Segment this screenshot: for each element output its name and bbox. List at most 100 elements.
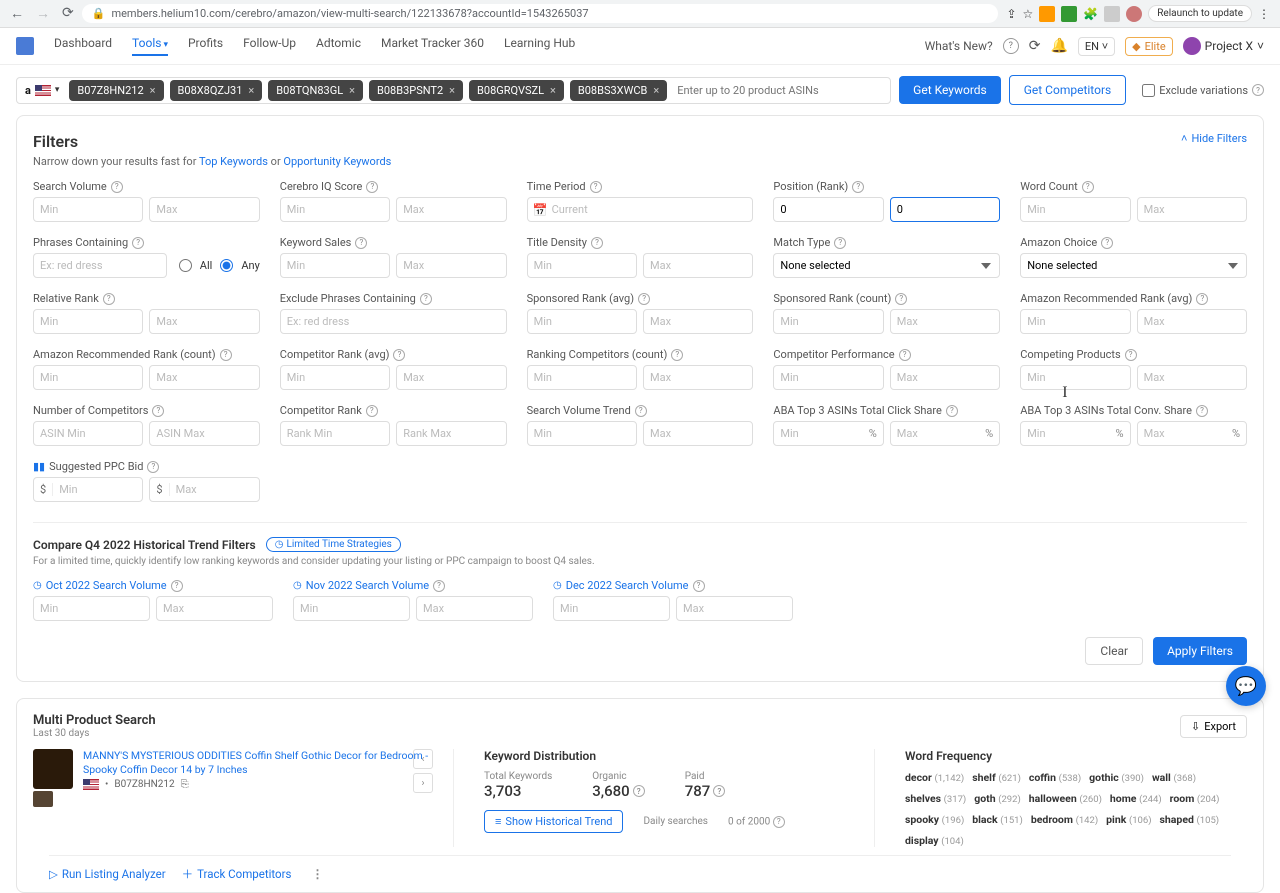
whats-new[interactable]: What's New? xyxy=(925,39,993,53)
product-title-link[interactable]: MANNY'S MYSTERIOUS ODDITIES Coffin Shelf… xyxy=(83,749,433,776)
position-min[interactable] xyxy=(773,197,883,222)
top-keywords-link[interactable]: Top Keywords xyxy=(199,155,268,168)
iq-min[interactable] xyxy=(280,197,390,222)
nov-min[interactable] xyxy=(293,596,410,621)
oct-min[interactable] xyxy=(33,596,150,621)
sprcnt-min[interactable] xyxy=(773,309,883,334)
wf-tag[interactable]: decor (1,142) xyxy=(905,771,964,784)
help-icon[interactable]: ? xyxy=(1003,38,1019,54)
nav-dashboard[interactable]: Dashboard xyxy=(54,36,112,56)
kwsales-min[interactable] xyxy=(280,253,390,278)
nav-learning-hub[interactable]: Learning Hub xyxy=(504,36,575,56)
track-competitors[interactable]: ＋ Track Competitors xyxy=(182,866,292,882)
wf-tag[interactable]: black (151) xyxy=(972,813,1023,826)
nc-max[interactable] xyxy=(149,421,259,446)
asin-input-wrap[interactable]: a ▾ B07Z8HN212×B08X8QZJ31×B08TQN83GL×B08… xyxy=(16,77,891,104)
refresh-icon[interactable]: ⟳ xyxy=(1029,38,1041,54)
match-type-select[interactable]: None selected xyxy=(773,253,1000,278)
nc-min[interactable] xyxy=(33,421,143,446)
bell-icon[interactable]: 🔔 xyxy=(1050,38,1067,54)
wf-tag[interactable]: wall (368) xyxy=(1152,771,1196,784)
cp-max[interactable] xyxy=(1137,365,1247,390)
phrases-all-radio[interactable] xyxy=(179,259,192,272)
td-min[interactable] xyxy=(527,253,637,278)
chip-remove-icon[interactable]: × xyxy=(150,84,156,97)
ext-icon[interactable] xyxy=(1061,6,1077,22)
ext-icon[interactable] xyxy=(1104,6,1120,22)
forward-icon[interactable]: → xyxy=(36,5,50,22)
share-icon[interactable]: ⇪ xyxy=(1006,7,1016,21)
spravg-min[interactable] xyxy=(527,309,637,334)
rcc-max[interactable] xyxy=(643,365,753,390)
reload-icon[interactable]: ⟳ xyxy=(62,5,74,22)
spravg-max[interactable] xyxy=(643,309,753,334)
wf-tag[interactable]: halloween (260) xyxy=(1029,792,1102,805)
wf-tag[interactable]: spooky (196) xyxy=(905,813,964,826)
ext-icon[interactable] xyxy=(1039,6,1055,22)
chip-remove-icon[interactable]: × xyxy=(449,84,455,97)
product-image[interactable] xyxy=(33,749,73,789)
search-volume-max[interactable] xyxy=(149,197,259,222)
phrases-any-radio[interactable] xyxy=(220,259,233,272)
phrases-input[interactable] xyxy=(33,253,167,278)
chip-remove-icon[interactable]: × xyxy=(550,84,556,97)
position-max[interactable] xyxy=(890,197,1000,222)
menu-icon[interactable]: ⋮ xyxy=(1258,7,1270,21)
kwsales-max[interactable] xyxy=(396,253,506,278)
td-max[interactable] xyxy=(643,253,753,278)
product-thumb[interactable] xyxy=(33,791,53,807)
arravg-max[interactable] xyxy=(1137,309,1247,334)
chip-remove-icon[interactable]: × xyxy=(653,84,659,97)
exclude-phrases-input[interactable] xyxy=(280,309,507,334)
abaconv-max[interactable] xyxy=(1138,422,1226,445)
run-listing-analyzer[interactable]: ▷ Run Listing Analyzer xyxy=(49,867,166,881)
elite-badge[interactable]: ◆Elite xyxy=(1125,37,1173,56)
project-selector[interactable]: Project X ˅ xyxy=(1183,37,1264,55)
wf-tag[interactable]: room (204) xyxy=(1170,792,1220,805)
cr-min[interactable] xyxy=(280,421,390,446)
wf-tag[interactable]: goth (292) xyxy=(974,792,1021,805)
language-selector[interactable]: EN ˅ xyxy=(1078,37,1115,56)
svt-min[interactable] xyxy=(527,421,637,446)
nav-tools[interactable]: Tools▾ xyxy=(132,36,168,56)
copy-icon[interactable]: ⎘ xyxy=(181,779,189,790)
cravg-max[interactable] xyxy=(396,365,506,390)
dec-max[interactable] xyxy=(676,596,793,621)
dec-min[interactable] xyxy=(553,596,670,621)
rcc-min[interactable] xyxy=(527,365,637,390)
wordcount-min[interactable] xyxy=(1020,197,1130,222)
ppc-max[interactable] xyxy=(170,478,259,501)
wf-tag[interactable]: coffin (538) xyxy=(1029,771,1081,784)
wf-tag[interactable]: shelves (317) xyxy=(905,792,966,805)
puzzle-icon[interactable]: 🧩 xyxy=(1083,7,1098,21)
carousel-prev[interactable]: ‹ xyxy=(413,749,433,769)
marketplace-selector[interactable]: a ▾ xyxy=(21,84,63,97)
clear-button[interactable]: Clear xyxy=(1085,637,1143,665)
cp-min[interactable] xyxy=(1020,365,1130,390)
get-keywords-button[interactable]: Get Keywords xyxy=(899,76,1001,104)
abaclick-max[interactable] xyxy=(891,422,979,445)
chip-remove-icon[interactable]: × xyxy=(248,84,254,97)
abaclick-min[interactable] xyxy=(774,422,862,445)
cr-max[interactable] xyxy=(396,421,506,446)
chip-remove-icon[interactable]: × xyxy=(349,84,355,97)
relaunch-button[interactable]: Relaunch to update xyxy=(1148,5,1252,22)
more-menu[interactable]: ⋮ xyxy=(307,864,327,884)
ppc-min[interactable] xyxy=(53,478,142,501)
asin-input[interactable] xyxy=(673,80,886,101)
exclude-variations-check[interactable]: Exclude variations ? xyxy=(1142,84,1264,97)
apply-filters-button[interactable]: Apply Filters xyxy=(1153,637,1247,665)
arrcnt-min[interactable] xyxy=(33,365,143,390)
hide-filters-toggle[interactable]: ˄ Hide Filters xyxy=(1181,132,1247,145)
arravg-min[interactable] xyxy=(1020,309,1130,334)
wf-tag[interactable]: shaped (105) xyxy=(1160,813,1220,826)
ext-avatar[interactable] xyxy=(1126,6,1142,22)
amazon-choice-select[interactable]: None selected xyxy=(1020,253,1247,278)
cperf-max[interactable] xyxy=(890,365,1000,390)
carousel-next[interactable]: › xyxy=(413,773,433,793)
oct-max[interactable] xyxy=(156,596,273,621)
svt-max[interactable] xyxy=(643,421,753,446)
show-trend-button[interactable]: ≡ Show Historical Trend xyxy=(484,810,623,833)
nav-profits[interactable]: Profits xyxy=(188,36,223,56)
wf-tag[interactable]: display (104) xyxy=(905,834,964,847)
